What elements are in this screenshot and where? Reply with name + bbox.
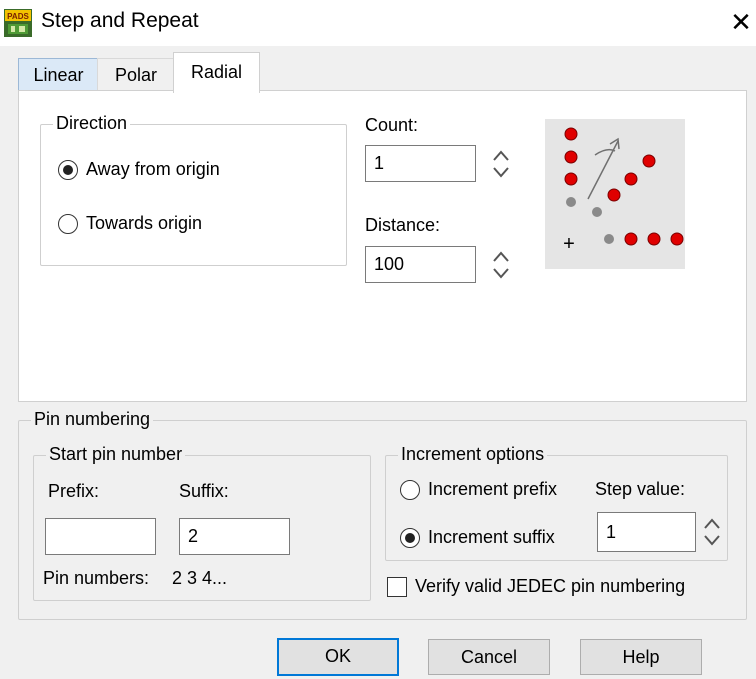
increment-suffix-radio[interactable] [400,528,420,548]
verify-jedec-checkbox[interactable] [387,577,407,597]
tab-radial[interactable]: Radial [173,52,260,93]
tab-polar[interactable]: Polar [97,58,175,91]
prefix-label: Prefix: [48,481,100,501]
pin-numbers-label: Pin numbers: [43,568,150,588]
increment-suffix-label[interactable]: Increment suffix [428,527,555,548]
app-icon: PADS [4,9,32,37]
increment-prefix-radio[interactable] [400,480,420,500]
radial-preview-image: + [545,119,685,269]
suffix-input[interactable]: 2 [179,518,290,555]
window-title: Step and Repeat [41,9,199,32]
distance-input[interactable]: 100 [365,246,476,283]
cancel-button[interactable]: Cancel [428,639,550,675]
distance-label: Distance: [365,215,441,235]
suffix-label: Suffix: [179,481,229,501]
away-from-origin-radio[interactable] [58,160,78,180]
towards-origin-label[interactable]: Towards origin [86,213,202,234]
count-spinner[interactable] [490,145,512,183]
pin-numbering-label: Pin numbering [31,409,154,430]
pin-numbering-group: Pin numbering Start pin number Prefix: S… [18,409,747,620]
start-pin-label: Start pin number [46,444,186,465]
svg-text:PADS: PADS [7,12,29,21]
count-input[interactable]: 1 [365,145,476,182]
increment-options-group: Increment options Increment prefix Incre… [385,444,728,561]
tab-linear[interactable]: Linear [18,58,99,91]
increment-prefix-label[interactable]: Increment prefix [428,479,557,500]
direction-group-label: Direction [53,113,131,134]
pin-numbers-value: 2 3 4... [172,568,228,588]
ok-button[interactable]: OK [277,638,399,676]
close-icon[interactable]: ✕ [726,6,756,38]
start-pin-group: Start pin number Prefix: Suffix: 2 Pin n… [33,444,371,601]
count-label: Count: [365,115,419,135]
step-value-input[interactable]: 1 [597,512,696,552]
prefix-input[interactable] [45,518,156,555]
step-value-spinner[interactable] [701,513,723,551]
towards-origin-radio[interactable] [58,214,78,234]
radial-tab-panel: Direction Away from origin Towards origi… [18,90,747,402]
svg-text:+: + [563,233,575,255]
help-button[interactable]: Help [580,639,702,675]
increment-options-label: Increment options [398,444,548,465]
direction-group: Direction Away from origin Towards origi… [40,113,347,266]
away-from-origin-label[interactable]: Away from origin [86,159,220,180]
title-bar: PADS Step and Repeat ✕ [0,0,756,46]
distance-spinner[interactable] [490,246,512,284]
verify-jedec-label[interactable]: Verify valid JEDEC pin numbering [415,576,685,597]
step-value-label: Step value: [595,479,686,499]
